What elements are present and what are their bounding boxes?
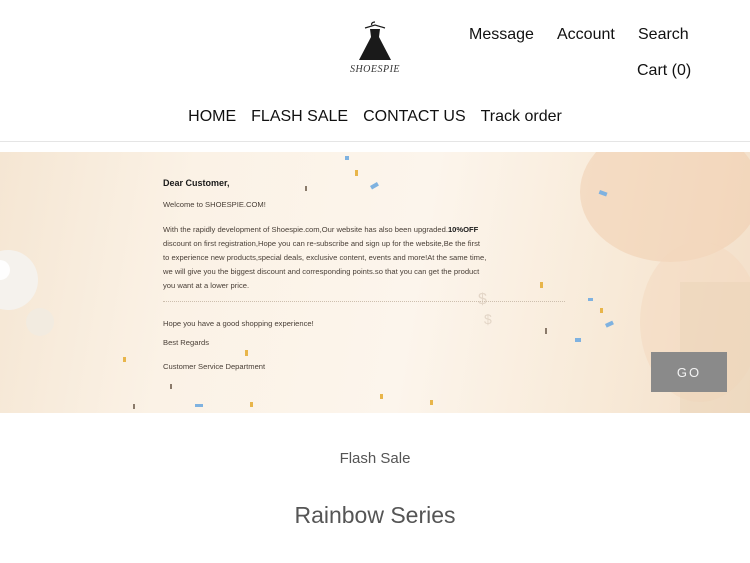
confetti-piece	[575, 338, 581, 342]
letter-divider	[163, 301, 565, 302]
letter-body-line-3: to experience new products,special deals…	[163, 253, 487, 262]
letter-body-prefix: With the rapidly development of Shoespie…	[163, 225, 448, 234]
letter-body-line-2: discount on first registration,Hope you …	[163, 239, 480, 248]
main-nav: HOME FLASH SALE CONTACT US Track order	[0, 108, 750, 126]
confetti-piece	[305, 186, 307, 191]
confetti-piece	[123, 357, 126, 362]
announcement-banner: $ $ Dear Customer, Welcome to SHOESPIE.C…	[0, 152, 750, 413]
confetti-piece	[345, 156, 349, 160]
confetti-piece	[355, 170, 358, 176]
dollar-sign-decoration: $	[478, 291, 487, 308]
flash-sale-heading[interactable]: Flash Sale	[0, 450, 750, 467]
letter-greeting: Dear Customer,	[163, 178, 230, 188]
account-link[interactable]: Account	[557, 26, 615, 44]
discount-highlight: 10%OFF	[447, 225, 479, 234]
brand-name: SHOESPIE	[349, 64, 401, 75]
nav-item-track-order[interactable]: Track order	[481, 108, 562, 126]
header-divider	[0, 141, 750, 142]
cart-link[interactable]: Cart (0)	[637, 62, 691, 80]
brand-logo[interactable]: SHOESPIE	[340, 20, 410, 82]
pearl-small-decoration	[26, 308, 54, 336]
confetti-piece	[195, 404, 203, 407]
confetti-piece	[588, 298, 593, 301]
letter-closing: Hope you have a good shopping experience…	[163, 319, 314, 328]
dress-logo-icon	[359, 21, 391, 60]
confetti-piece	[545, 328, 547, 334]
letter-body-line-4: we will give you the biggest discount an…	[163, 267, 480, 276]
confetti-piece	[540, 282, 543, 288]
confetti-piece	[245, 350, 248, 356]
letter-regards: Best Regards	[163, 338, 210, 347]
letter-body-line-5: you want at a lower price.	[163, 281, 250, 290]
pearl-decoration	[0, 250, 38, 310]
confetti-piece	[380, 394, 383, 399]
balloon-decoration	[580, 152, 750, 262]
confetti-piece	[430, 400, 433, 405]
letter-body-line-1: With the rapidly development of Shoespie…	[163, 223, 478, 237]
message-link[interactable]: Message	[469, 26, 534, 44]
gift-box-decoration	[680, 282, 750, 413]
letter-department: Customer Service Department	[163, 362, 266, 371]
confetti-piece	[133, 404, 135, 409]
banner-decoration: $ $	[0, 152, 750, 413]
confetti-piece	[250, 402, 253, 407]
dollar-sign-decoration: $	[484, 311, 492, 327]
confetti-piece	[370, 182, 379, 190]
confetti-piece	[170, 384, 172, 389]
nav-item-home[interactable]: HOME	[188, 108, 236, 126]
confetti-piece	[600, 308, 603, 313]
rainbow-series-heading: Rainbow Series	[294, 502, 456, 528]
search-link[interactable]: Search	[638, 26, 689, 44]
nav-item-contact-us[interactable]: CONTACT US	[363, 108, 466, 126]
nav-item-flash-sale[interactable]: FLASH SALE	[251, 108, 348, 126]
go-button[interactable]: GO	[651, 352, 727, 392]
letter-welcome: Welcome to SHOESPIE.COM!	[163, 200, 266, 209]
confetti-piece	[605, 320, 614, 328]
